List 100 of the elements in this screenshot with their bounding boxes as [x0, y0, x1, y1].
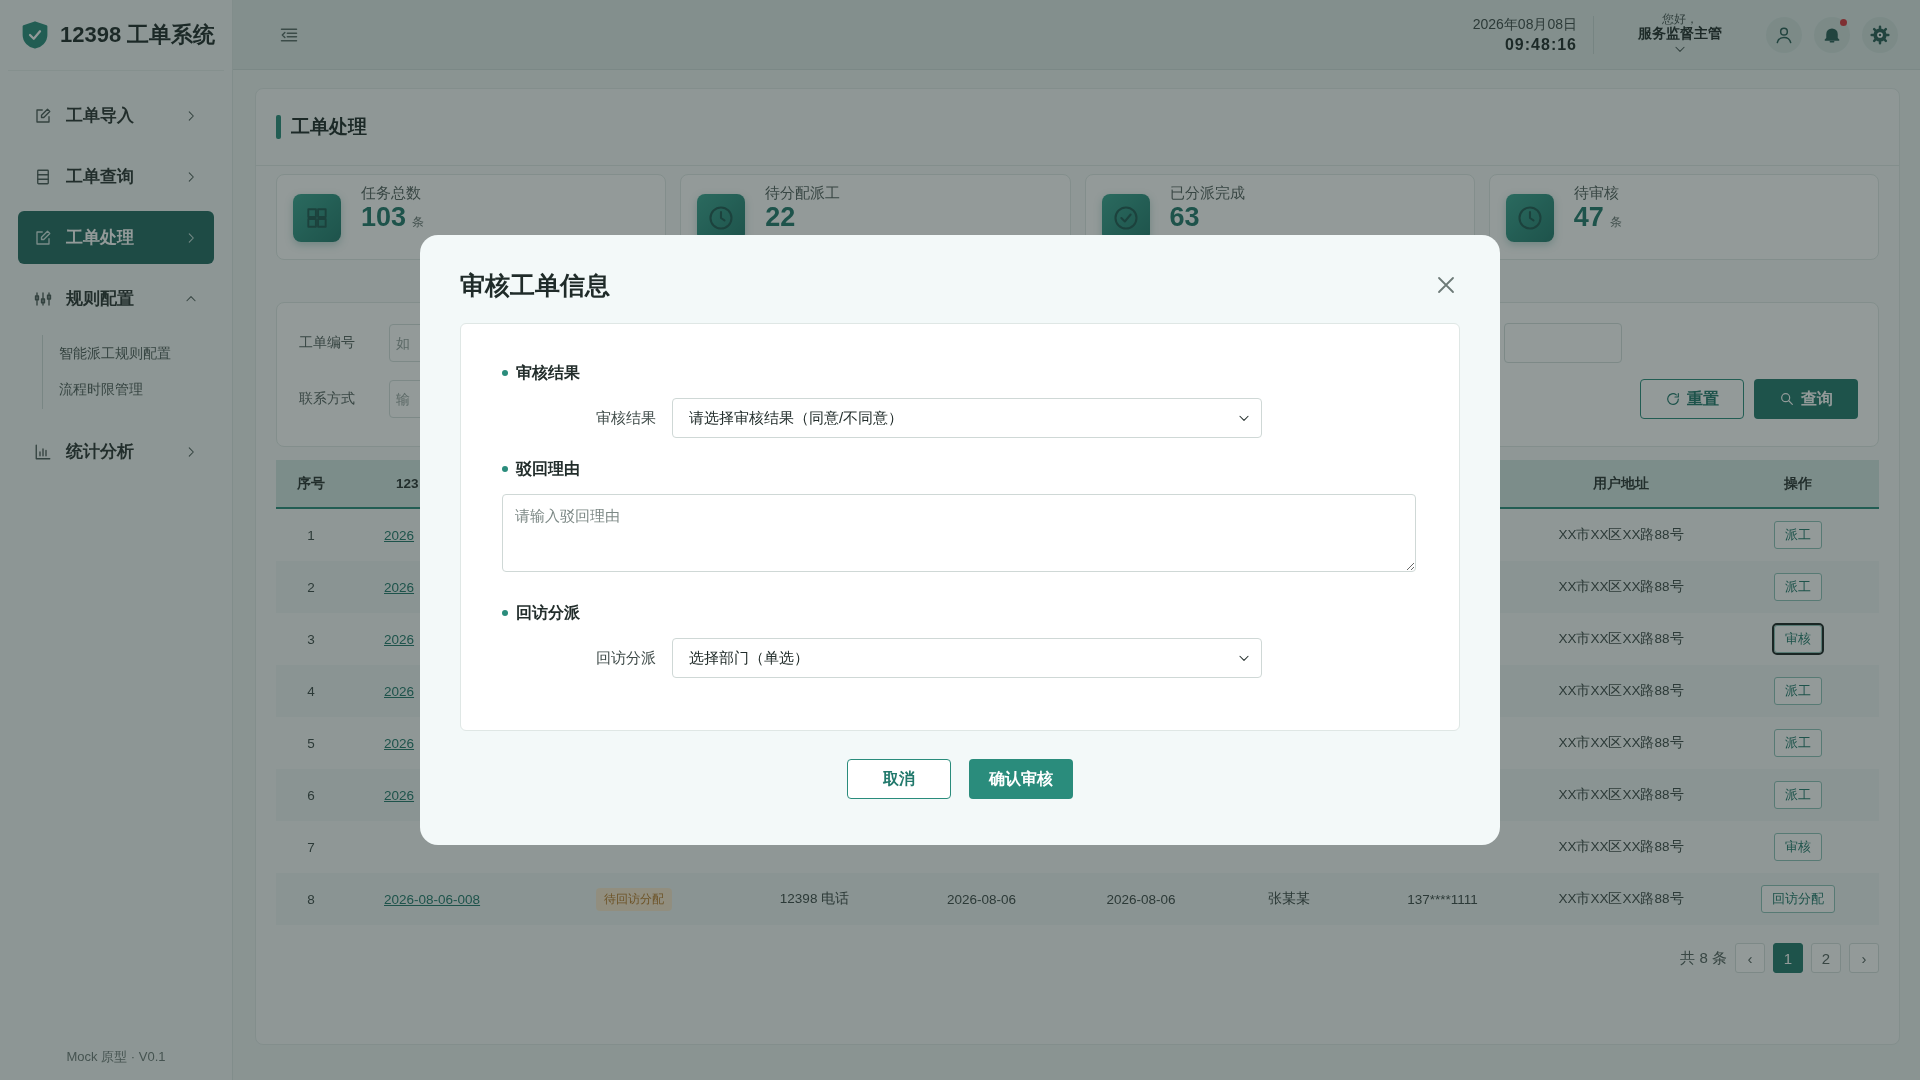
bullet-icon [502, 610, 508, 616]
action-button[interactable]: 派工 [1773, 781, 1822, 809]
order-link[interactable]: 2026 [384, 527, 415, 543]
date-label: 2026年08月08日 [1472, 15, 1577, 34]
refresh-icon [1665, 391, 1681, 407]
table-cell: 7 [307, 839, 315, 855]
bullet-icon [502, 466, 508, 472]
table-cell: XX市XX区XX路88号 [1558, 630, 1684, 648]
grid-icon [304, 205, 330, 231]
page-title: 工单处理 [291, 115, 367, 139]
column-header: 操作 [1783, 474, 1812, 493]
section-heading: 回访分派 [516, 602, 580, 623]
status-badge: 待回访分配 [596, 887, 672, 911]
notification-button[interactable] [1814, 16, 1850, 53]
stat-value: 63 [1169, 204, 1200, 230]
field-label: 回访分派 [595, 648, 657, 668]
dropdown-field[interactable]: 请选择审核结果（同意/不同意） [672, 398, 1262, 438]
column-header: 用户地址 [1593, 474, 1649, 493]
stat-label: 待分配派工 [765, 184, 841, 202]
submenu-item[interactable]: 智能派工规则配置 [59, 345, 214, 363]
menu-item[interactable]: 工单导入 [18, 89, 214, 142]
list-icon [34, 167, 52, 186]
table-cell: 5 [307, 735, 315, 751]
table-cell: 张某某 [1267, 890, 1310, 908]
table-cell: 137****1111 [1407, 891, 1478, 907]
user-name[interactable]: 服务监督主管 [1638, 26, 1722, 42]
stat-value: 103 [361, 204, 407, 230]
table-cell: XX市XX区XX路88号 [1558, 578, 1684, 596]
stat-label: 已分派完成 [1169, 184, 1245, 202]
field-label: 审核结果 [595, 408, 657, 428]
table-cell: XX市XX区XX路88号 [1558, 682, 1684, 700]
table-cell: 2026-08-06 [1106, 891, 1176, 907]
column-header: 序号 [297, 474, 325, 493]
check-circle-icon [1111, 204, 1140, 232]
table-cell: 6 [307, 787, 315, 803]
column-header: 123 [396, 476, 419, 491]
menu-item[interactable]: 规则配置 [18, 272, 214, 325]
version-label: Mock 原型 · V0.1 [66, 1048, 166, 1066]
sliders-icon [34, 289, 52, 308]
edit-icon [34, 106, 52, 125]
time-label: 09:48:16 [1504, 35, 1577, 54]
action-button[interactable]: 回访分配 [1760, 885, 1835, 913]
table-cell: XX市XX区XX路88号 [1558, 734, 1684, 752]
next-page-button[interactable]: › [1849, 943, 1879, 973]
cancel-button[interactable]: 取消 [847, 759, 951, 799]
dropdown-field[interactable]: 选择部门（单选） [672, 638, 1262, 678]
stat-unit: 条 [1609, 214, 1622, 231]
section-heading: 审核结果 [516, 362, 580, 383]
title-accent [276, 115, 281, 139]
order-link[interactable]: 2026 [384, 683, 415, 699]
app-title: 12398 工单系统 [60, 21, 216, 49]
edit-icon [34, 228, 52, 247]
action-button[interactable]: 派工 [1773, 729, 1822, 757]
total-count: 共 8 条 [1680, 948, 1727, 968]
settings-icon [1870, 24, 1890, 45]
action-button[interactable]: 派工 [1773, 521, 1822, 549]
action-button[interactable]: 派工 [1773, 677, 1822, 705]
confirm-button[interactable]: 确认审核 [969, 759, 1073, 799]
table-cell: 2 [307, 579, 315, 595]
menu-item[interactable]: 统计分析 [18, 425, 214, 478]
reset-button[interactable]: 重置 [1640, 379, 1744, 419]
page-button[interactable]: 2 [1811, 943, 1841, 973]
table-cell: XX市XX区XX路88号 [1558, 838, 1684, 856]
table-cell: XX市XX区XX路88号 [1558, 786, 1684, 804]
bullet-icon [502, 370, 508, 376]
action-button[interactable]: 派工 [1773, 573, 1822, 601]
table-cell: 4 [307, 683, 315, 699]
action-button[interactable]: 审核 [1773, 833, 1822, 861]
section-heading: 驳回理由 [516, 458, 580, 479]
menu-item[interactable]: 工单处理 [18, 211, 214, 264]
order-link[interactable]: 2026 [384, 631, 415, 647]
search-icon [1779, 391, 1795, 407]
stat-label: 待审核 [1573, 184, 1620, 202]
submenu-item[interactable]: 流程时限管理 [59, 381, 214, 399]
filter-label: 联系方式 [298, 390, 356, 408]
greeting-label: 您好， [1662, 13, 1698, 27]
profile-button[interactable] [1766, 16, 1802, 53]
stat-label: 任务总数 [361, 184, 422, 202]
clock-icon [1515, 204, 1544, 232]
prev-page-button[interactable]: ‹ [1735, 943, 1765, 973]
search-button[interactable]: 查询 [1754, 379, 1858, 419]
text-area-field[interactable]: 请输入驳回理由 [502, 494, 1416, 572]
stat-unit: 条 [412, 214, 425, 231]
table-cell: XX市XX区XX路88号 [1558, 890, 1684, 908]
order-link[interactable]: 2026-08-06-008 [384, 891, 481, 907]
menu-item[interactable]: 工单查询 [18, 150, 214, 203]
settings-button[interactable] [1862, 16, 1898, 53]
page-button[interactable]: 1 [1773, 943, 1803, 973]
table-cell: 3 [307, 631, 315, 647]
order-link[interactable]: 2026 [384, 579, 415, 595]
dialog-title: 审核工单信息 [460, 269, 610, 301]
action-button[interactable]: 审核 [1773, 625, 1822, 653]
table-cell: 8 [307, 891, 315, 907]
order-link[interactable]: 2026 [384, 787, 415, 803]
order-link[interactable]: 2026 [384, 735, 415, 751]
table-cell: 2026-08-06 [946, 891, 1017, 907]
table-cell: 1 [307, 527, 315, 543]
stat-value: 22 [765, 204, 796, 230]
stat-value: 47 [1573, 204, 1604, 230]
filter-label: 工单编号 [298, 334, 356, 352]
